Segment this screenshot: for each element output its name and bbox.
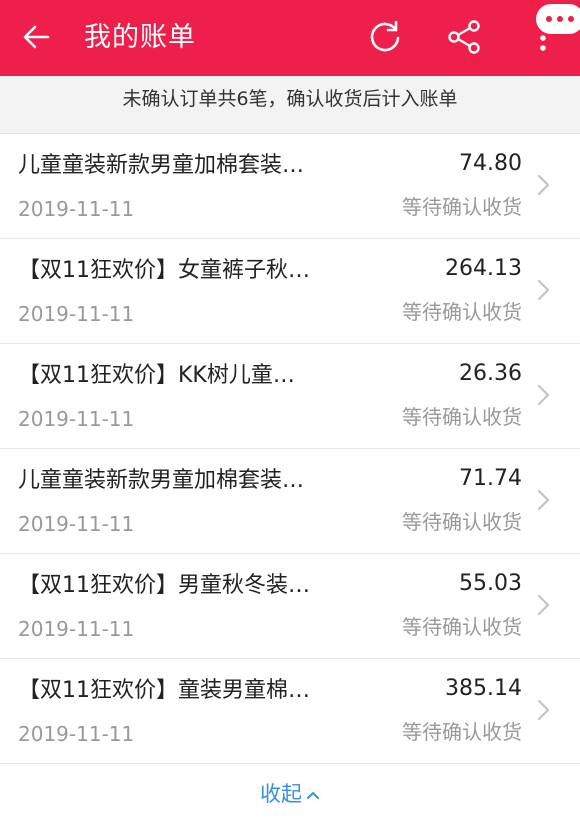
chevron-right-icon — [537, 384, 550, 406]
bill-row[interactable]: 【双11狂欢价】KK树儿童… 26.36 2019-11-11 等待确认收货 — [0, 344, 580, 449]
chevron-up-icon — [307, 792, 319, 799]
bill-status: 等待确认收货 — [402, 195, 522, 219]
bill-item-name: 【双11狂欢价】男童秋冬装… — [18, 573, 310, 598]
bill-status: 等待确认收货 — [402, 720, 522, 744]
bill-item-name: 【双11狂欢价】童装男童棉… — [18, 678, 310, 703]
chevron-right-icon — [537, 279, 550, 301]
more-bubble-icon[interactable] — [536, 4, 580, 34]
bill-date: 2019-11-11 — [18, 197, 135, 221]
bill-item-name: 【双11狂欢价】女童裤子秋… — [18, 258, 310, 283]
bill-amount: 55.03 — [459, 571, 522, 596]
collapse-label: 收起 — [260, 782, 302, 806]
bill-row[interactable]: 【双11狂欢价】男童秋冬装… 55.03 2019-11-11 等待确认收货 — [0, 554, 580, 659]
bill-amount: 74.80 — [459, 151, 522, 176]
page-title: 我的账单 — [84, 22, 196, 53]
share-icon[interactable] — [446, 18, 482, 56]
bill-date: 2019-11-11 — [18, 407, 135, 431]
chevron-right-icon — [537, 594, 550, 616]
bill-row[interactable]: 儿童童装新款男童加棉套装… 74.80 2019-11-11 等待确认收货 — [0, 134, 580, 239]
bill-date: 2019-11-11 — [18, 302, 135, 326]
collapse-button[interactable]: 收起 — [0, 764, 580, 832]
bill-row[interactable]: 【双11狂欢价】女童裤子秋… 264.13 2019-11-11 等待确认收货 — [0, 239, 580, 344]
bill-date: 2019-11-11 — [18, 722, 135, 746]
bill-amount: 385.14 — [445, 676, 522, 701]
app-header: 我的账单 — [0, 0, 580, 76]
bill-list: 儿童童装新款男童加棉套装… 74.80 2019-11-11 等待确认收货 【双… — [0, 134, 580, 764]
bill-date: 2019-11-11 — [18, 512, 135, 536]
bill-status: 等待确认收货 — [402, 615, 522, 639]
bill-item-name: 儿童童装新款男童加棉套装… — [18, 468, 305, 493]
bill-status: 等待确认收货 — [402, 300, 522, 324]
bill-row[interactable]: 儿童童装新款男童加棉套装… 71.74 2019-11-11 等待确认收货 — [0, 449, 580, 554]
refresh-icon[interactable] — [366, 18, 404, 56]
unconfirmed-orders-notice: 未确认订单共6笔，确认收货后计入账单 — [0, 76, 580, 134]
chevron-right-icon — [537, 174, 550, 196]
bill-status: 等待确认收货 — [402, 405, 522, 429]
bill-status: 等待确认收货 — [402, 510, 522, 534]
bill-row[interactable]: 【双11狂欢价】童装男童棉… 385.14 2019-11-11 等待确认收货 — [0, 659, 580, 764]
chevron-right-icon — [537, 489, 550, 511]
chevron-right-icon — [537, 699, 550, 721]
bill-amount: 71.74 — [459, 466, 522, 491]
bill-amount: 264.13 — [445, 256, 522, 281]
back-arrow-icon[interactable] — [20, 20, 54, 54]
bill-item-name: 【双11狂欢价】KK树儿童… — [18, 363, 295, 388]
bill-item-name: 儿童童装新款男童加棉套装… — [18, 153, 305, 178]
bill-date: 2019-11-11 — [18, 617, 135, 641]
bill-amount: 26.36 — [459, 361, 522, 386]
